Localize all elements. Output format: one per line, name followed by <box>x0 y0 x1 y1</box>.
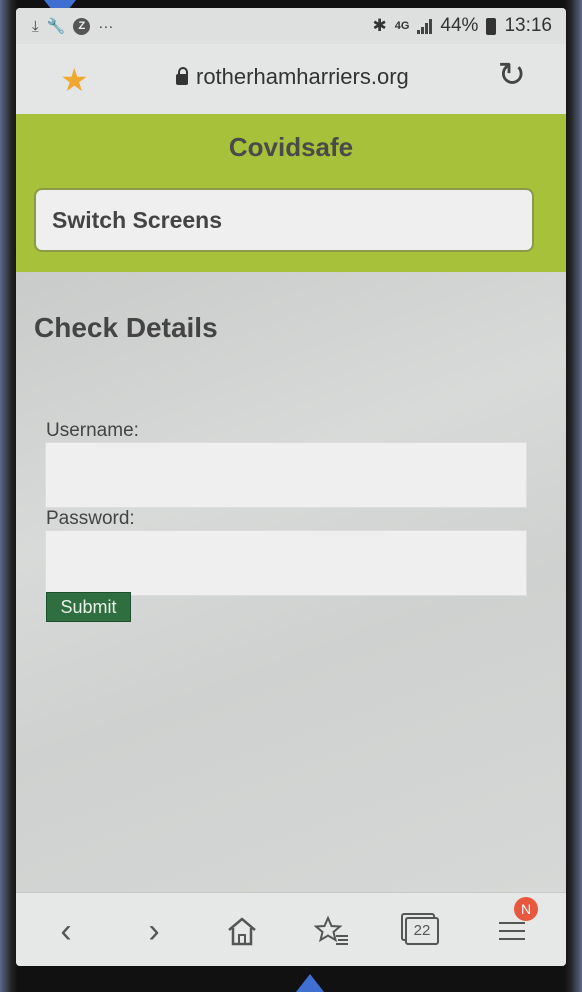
phone-frame: ⤓ 🔧 Z ··· ✱ 4G 44% 13:16 ★ rotherhamharr… <box>0 0 582 992</box>
status-right: ✱ 4G 44% 13:16 <box>372 15 552 37</box>
page-heading: Check Details <box>34 312 218 343</box>
home-icon[interactable] <box>220 909 264 953</box>
site-title: Covidsafe <box>228 132 354 162</box>
battery-icon <box>486 17 497 35</box>
more-notifications-indicator: ··· <box>98 17 114 35</box>
main-content: Check Details Username: Password: Submit <box>16 272 566 892</box>
site-header: Covidsafe Switch Screens <box>16 114 566 272</box>
password-label: Password: <box>46 508 135 529</box>
bluetooth-icon: ✱ <box>372 16 387 35</box>
reload-icon[interactable]: ↻ <box>498 58 527 92</box>
network-type: 4G <box>394 20 410 32</box>
menu-lines <box>499 922 525 940</box>
forward-icon[interactable]: › <box>132 909 176 953</box>
url-text: rotherhamharriers.org <box>196 64 409 89</box>
wrench-icon: 🔧 <box>46 18 66 35</box>
username-label: Username: <box>46 420 139 441</box>
z-badge-icon: Z <box>73 17 91 35</box>
triangle-marker-bottom-icon <box>296 974 324 992</box>
browser-bottom-nav: ‹ › 22 N <box>16 892 566 966</box>
status-bar: ⤓ 🔧 Z ··· ✱ 4G 44% 13:16 <box>16 8 566 44</box>
bookmarks-icon[interactable] <box>310 909 354 953</box>
phone-screen: ⤓ 🔧 Z ··· ✱ 4G 44% 13:16 ★ rotherhamharr… <box>16 8 566 966</box>
lock-icon <box>176 67 188 85</box>
download-icon: ⤓ <box>32 17 39 35</box>
signal-icon <box>417 18 433 34</box>
clock: 13:16 <box>504 15 552 36</box>
back-icon[interactable]: ‹ <box>44 909 88 953</box>
submit-button[interactable]: Submit <box>46 592 131 622</box>
tabs-count: 22 <box>405 917 439 945</box>
favorite-star-icon[interactable]: ★ <box>60 64 89 96</box>
tabs-button[interactable]: 22 <box>400 909 444 953</box>
status-left: ⤓ 🔧 Z ··· <box>32 17 113 35</box>
notification-badge: N <box>514 897 538 921</box>
battery-percent: 44% <box>440 15 479 36</box>
password-input[interactable] <box>45 530 527 596</box>
switch-screens-button[interactable]: Switch Screens <box>34 188 534 252</box>
username-input[interactable] <box>45 442 527 508</box>
url-field[interactable]: rotherhamharriers.org <box>176 64 409 90</box>
menu-icon[interactable]: N <box>490 897 538 953</box>
browser-address-bar: ★ rotherhamharriers.org ↻ <box>16 44 566 114</box>
